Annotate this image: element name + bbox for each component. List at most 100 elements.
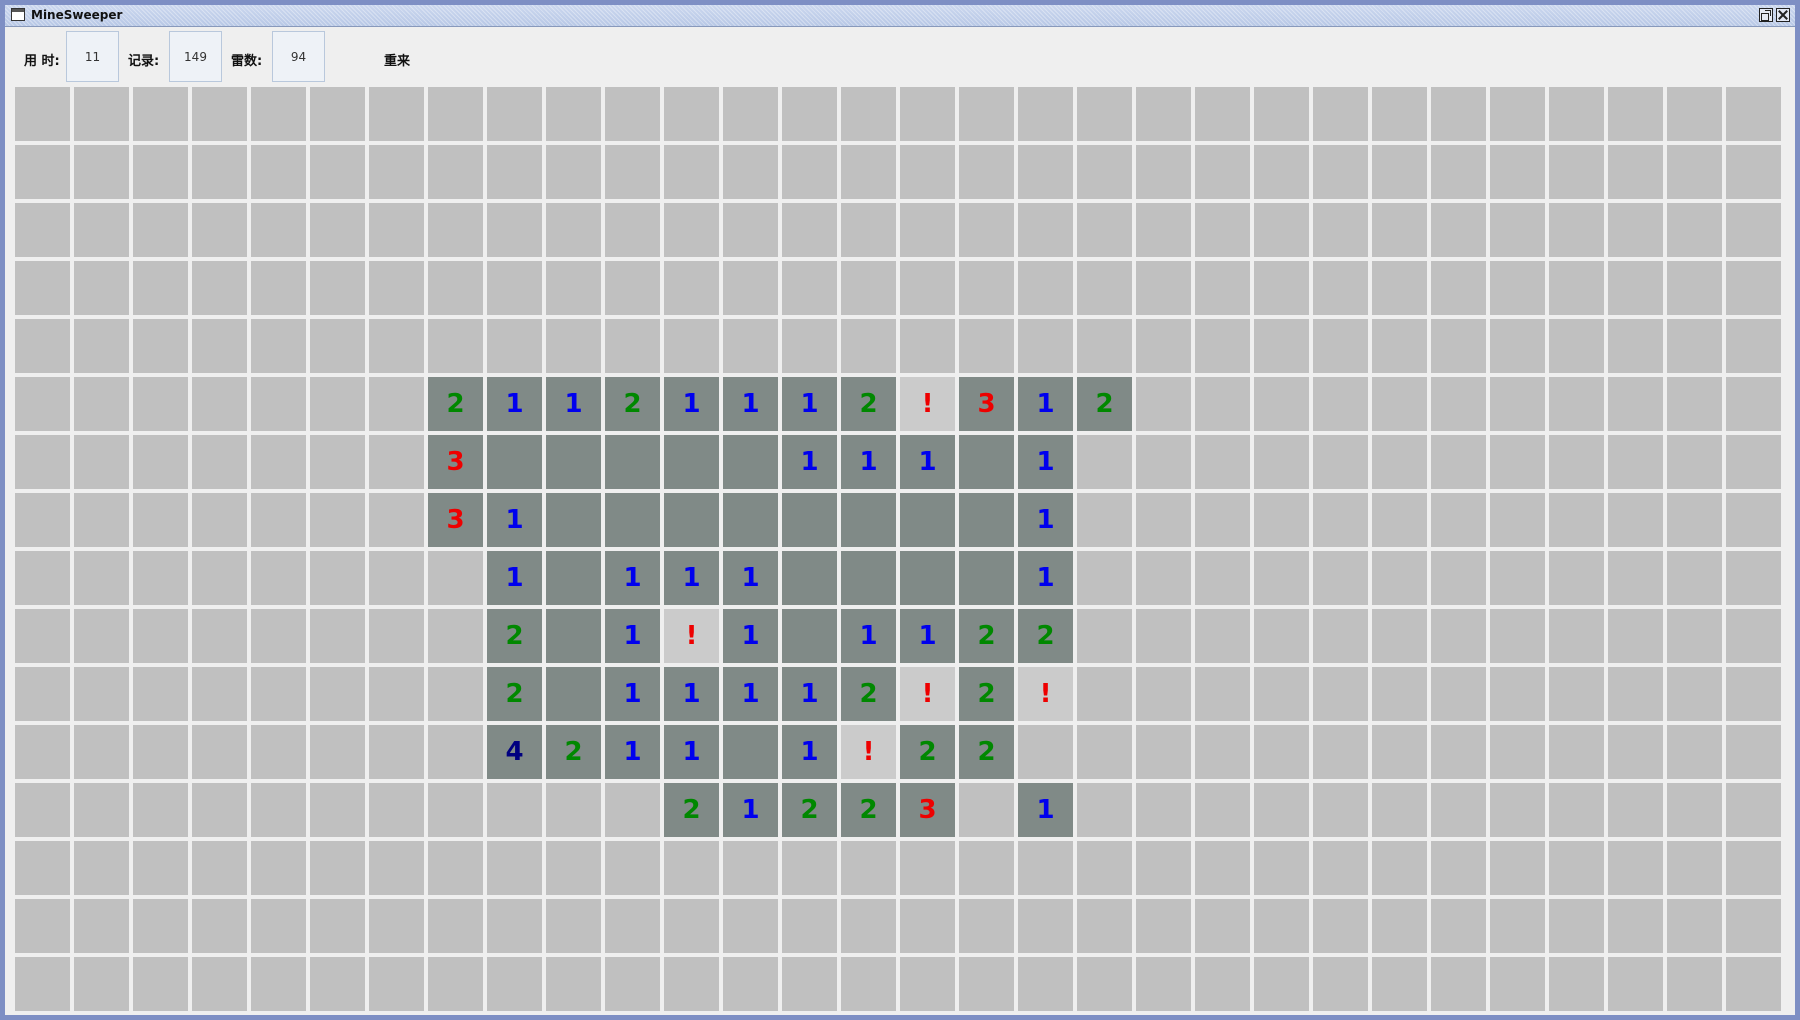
cell-hidden[interactable] [310, 725, 365, 779]
cell-hidden[interactable] [546, 957, 601, 1011]
cell-hidden[interactable] [1549, 87, 1604, 141]
cell-hidden[interactable] [1431, 957, 1486, 1011]
cell-number[interactable]: 2 [546, 725, 601, 779]
cell-hidden[interactable] [723, 957, 778, 1011]
cell-hidden[interactable] [74, 899, 129, 953]
cell-number[interactable]: 1 [605, 551, 660, 605]
cell-hidden[interactable] [1667, 667, 1722, 721]
cell-hidden[interactable] [782, 261, 837, 315]
cell-hidden[interactable] [1608, 261, 1663, 315]
cell-hidden[interactable] [1667, 87, 1722, 141]
cell-hidden[interactable] [664, 957, 719, 1011]
cell-open[interactable] [959, 551, 1014, 605]
cell-number[interactable]: 1 [1018, 493, 1073, 547]
cell-hidden[interactable] [133, 435, 188, 489]
cell-hidden[interactable] [1490, 261, 1545, 315]
cell-hidden[interactable] [369, 319, 424, 373]
cell-hidden[interactable] [1667, 261, 1722, 315]
cell-hidden[interactable] [1667, 377, 1722, 431]
cell-number[interactable]: 1 [664, 725, 719, 779]
cell-hidden[interactable] [1136, 899, 1191, 953]
cell-number[interactable]: 1 [605, 609, 660, 663]
restore-icon[interactable] [1759, 8, 1773, 22]
cell-hidden[interactable] [428, 145, 483, 199]
cell-hidden[interactable] [192, 783, 247, 837]
cell-hidden[interactable] [1254, 145, 1309, 199]
cell-hidden[interactable] [310, 551, 365, 605]
cell-open[interactable] [664, 435, 719, 489]
cell-hidden[interactable] [1667, 551, 1722, 605]
cell-hidden[interactable] [251, 203, 306, 257]
cell-hidden[interactable] [251, 319, 306, 373]
cell-open[interactable] [546, 609, 601, 663]
cell-hidden[interactable] [605, 783, 660, 837]
cell-hidden[interactable] [74, 783, 129, 837]
cell-hidden[interactable] [15, 551, 70, 605]
cell-hidden[interactable] [428, 261, 483, 315]
cell-hidden[interactable] [1608, 377, 1663, 431]
flag-icon[interactable]: ! [664, 609, 719, 663]
cell-hidden[interactable] [1254, 667, 1309, 721]
cell-open[interactable] [546, 493, 601, 547]
cell-hidden[interactable] [1490, 957, 1545, 1011]
cell-hidden[interactable] [15, 87, 70, 141]
cell-hidden[interactable] [1490, 841, 1545, 895]
cell-hidden[interactable] [487, 203, 542, 257]
cell-number[interactable]: 3 [959, 377, 1014, 431]
cell-hidden[interactable] [1372, 667, 1427, 721]
cell-hidden[interactable] [74, 725, 129, 779]
cell-open[interactable] [723, 725, 778, 779]
cell-number[interactable]: 2 [959, 725, 1014, 779]
close-icon[interactable] [1776, 8, 1790, 22]
cell-hidden[interactable] [192, 841, 247, 895]
cell-number[interactable]: 1 [782, 435, 837, 489]
cell-hidden[interactable] [133, 377, 188, 431]
cell-hidden[interactable] [133, 841, 188, 895]
cell-hidden[interactable] [1372, 87, 1427, 141]
cell-hidden[interactable] [782, 319, 837, 373]
cell-hidden[interactable] [1431, 667, 1486, 721]
cell-hidden[interactable] [428, 725, 483, 779]
cell-hidden[interactable] [428, 551, 483, 605]
cell-hidden[interactable] [1726, 551, 1781, 605]
cell-hidden[interactable] [782, 957, 837, 1011]
cell-hidden[interactable] [1372, 725, 1427, 779]
cell-hidden[interactable] [664, 841, 719, 895]
cell-hidden[interactable] [1726, 435, 1781, 489]
cell-hidden[interactable] [1372, 783, 1427, 837]
cell-number[interactable]: 1 [723, 609, 778, 663]
cell-hidden[interactable] [251, 377, 306, 431]
cell-hidden[interactable] [1490, 609, 1545, 663]
cell-hidden[interactable] [133, 145, 188, 199]
cell-hidden[interactable] [1726, 145, 1781, 199]
cell-number[interactable]: 2 [900, 725, 955, 779]
cell-hidden[interactable] [1372, 203, 1427, 257]
cell-number[interactable]: 1 [841, 609, 896, 663]
cell-hidden[interactable] [664, 319, 719, 373]
cell-hidden[interactable] [1077, 145, 1132, 199]
cell-hidden[interactable] [1313, 87, 1368, 141]
cell-hidden[interactable] [1077, 725, 1132, 779]
cell-hidden[interactable] [1431, 783, 1486, 837]
cell-hidden[interactable] [1726, 667, 1781, 721]
cell-hidden[interactable] [1254, 377, 1309, 431]
cell-hidden[interactable] [369, 261, 424, 315]
flag-icon[interactable]: ! [1018, 667, 1073, 721]
cell-hidden[interactable] [1549, 435, 1604, 489]
cell-hidden[interactable] [1195, 435, 1250, 489]
cell-hidden[interactable] [310, 667, 365, 721]
cell-hidden[interactable] [369, 667, 424, 721]
cell-hidden[interactable] [1726, 841, 1781, 895]
cell-hidden[interactable] [1726, 783, 1781, 837]
cell-hidden[interactable] [1372, 899, 1427, 953]
cell-hidden[interactable] [959, 261, 1014, 315]
cell-hidden[interactable] [1490, 203, 1545, 257]
cell-hidden[interactable] [1136, 145, 1191, 199]
cell-number[interactable]: 2 [959, 609, 1014, 663]
cell-hidden[interactable] [723, 319, 778, 373]
cell-hidden[interactable] [1608, 783, 1663, 837]
cell-hidden[interactable] [369, 609, 424, 663]
cell-hidden[interactable] [1136, 957, 1191, 1011]
cell-hidden[interactable] [369, 551, 424, 605]
cell-hidden[interactable] [546, 319, 601, 373]
